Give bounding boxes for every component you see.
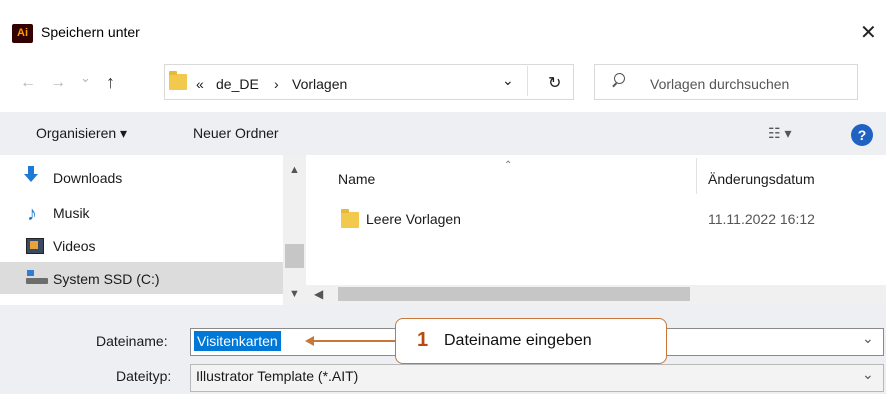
sidebar-item-downloads[interactable]: Downloads [53, 170, 122, 186]
filename-dropdown-icon[interactable]: ⌄ [862, 330, 874, 347]
file-row-name[interactable]: Leere Vorlagen [366, 211, 461, 227]
address-dropdown-icon[interactable]: ⌄ [502, 72, 514, 89]
illustrator-logo-icon: Ai [12, 24, 33, 43]
filetype-value[interactable]: Illustrator Template (*.AIT) [196, 368, 358, 384]
breadcrumb-separator: › [274, 76, 279, 92]
command-bar [0, 112, 886, 155]
callout-text: Dateiname eingeben [444, 332, 592, 349]
column-header-name[interactable]: Name [338, 171, 375, 187]
drive-icon [26, 278, 48, 284]
sidebar-item-musik[interactable]: Musik [53, 205, 90, 221]
scroll-left-icon[interactable]: ◀ [314, 287, 323, 301]
hscroll-thumb[interactable] [338, 287, 690, 301]
filename-value[interactable]: Visitenkarten [194, 331, 281, 351]
breadcrumb-de-de[interactable]: de_DE [216, 76, 259, 92]
view-options-icon[interactable]: ☷ ▾ [768, 125, 791, 142]
callout-leader-line [312, 340, 396, 342]
close-icon[interactable]: ✕ [860, 20, 877, 45]
folder-icon [341, 209, 359, 228]
divider [527, 66, 528, 96]
sidebar-item-videos[interactable]: Videos [53, 238, 96, 254]
up-arrow-icon[interactable]: ↑ [106, 72, 115, 93]
scroll-down-icon[interactable]: ▼ [289, 288, 300, 300]
help-icon[interactable]: ? [851, 124, 873, 146]
breadcrumb-overflow[interactable]: « [196, 76, 204, 92]
file-row-date: 11.11.2022 16:12 [708, 211, 815, 227]
back-arrow-icon[interactable]: ← [20, 74, 36, 92]
sort-ascending-icon: ⌃ [504, 160, 513, 171]
breadcrumb-vorlagen[interactable]: Vorlagen [292, 76, 347, 92]
callout-number: 1 [417, 329, 429, 351]
callout-arrow-icon [305, 336, 314, 346]
scroll-up-icon[interactable]: ▲ [289, 164, 300, 176]
column-header-date[interactable]: Änderungsdatum [708, 171, 815, 187]
history-chevron-icon[interactable]: ⌄ [80, 70, 91, 86]
column-divider [696, 158, 697, 194]
nav-scroll-thumb[interactable] [285, 244, 304, 268]
filename-label: Dateiname: [96, 333, 168, 349]
forward-arrow-icon[interactable]: → [50, 74, 66, 92]
search-placeholder: Vorlagen durchsuchen [650, 76, 790, 92]
nav-scrollbar[interactable] [283, 155, 306, 305]
filetype-dropdown-icon[interactable]: ⌄ [862, 366, 874, 383]
window-title: Speichern unter [41, 24, 140, 40]
organize-button[interactable]: Organisieren ▾ [36, 125, 127, 142]
filetype-label: Dateityp: [116, 368, 172, 384]
refresh-icon[interactable]: ↻ [548, 73, 561, 93]
folder-icon [169, 71, 187, 90]
download-arrow-icon [28, 166, 34, 174]
sidebar-item-system-ssd[interactable]: System SSD (C:) [53, 271, 160, 287]
music-note-icon: ♪ [27, 203, 37, 225]
new-folder-button[interactable]: Neuer Ordner [193, 125, 279, 141]
